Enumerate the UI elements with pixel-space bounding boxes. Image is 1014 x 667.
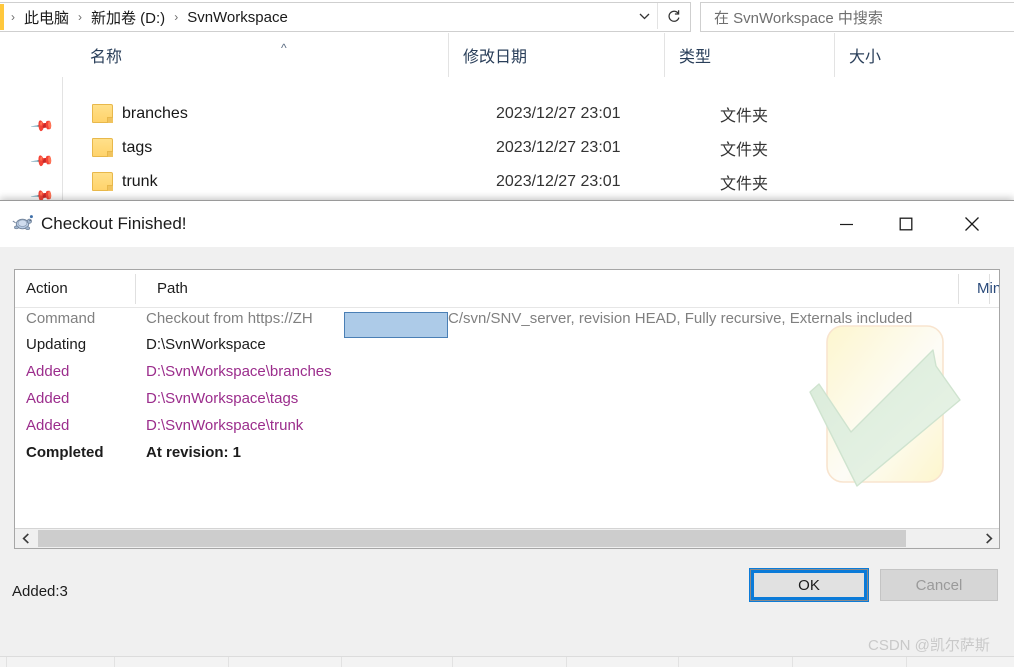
breadcrumb-separator-0: › <box>11 10 15 24</box>
column-divider[interactable] <box>989 274 990 304</box>
file-type: 文件夹 <box>720 175 769 193</box>
list-item-action: Added <box>26 417 70 434</box>
sort-ascending-icon: ^ <box>281 41 287 55</box>
list-item[interactable]: Command Checkout from https://ZH C/svn/S… <box>15 307 999 338</box>
table-row[interactable]: tags 2023/12/27 23:01 文件夹 <box>62 131 1014 164</box>
column-header-action[interactable]: Action <box>15 270 146 307</box>
column-divider[interactable] <box>135 274 136 304</box>
table-row[interactable]: trunk 2023/12/27 23:01 文件夹 <box>62 165 1014 198</box>
table-row[interactable]: branches 2023/12/27 23:01 文件夹 <box>62 97 1014 130</box>
breadcrumb-separator-1: › <box>78 10 83 24</box>
csdn-watermark: CSDN @凯尔萨斯 <box>868 637 990 654</box>
screen: › 此电脑 › 新加卷 (D:) › SvnWorkspace 在 SvnWor… <box>0 0 1014 667</box>
list-item-action: Added <box>26 390 70 407</box>
tortoisesvn-turtle-icon <box>12 214 34 234</box>
file-date: 2023/12/27 23:01 <box>496 172 621 190</box>
folder-icon <box>92 104 113 123</box>
list-item-path-after: C/svn/SNV_server, revision HEAD, Fully r… <box>448 310 913 327</box>
file-date: 2023/12/27 23:01 <box>496 138 621 156</box>
explorer-column-headers: 名称 修改日期 类型 大小 <box>62 33 1014 77</box>
list-item[interactable]: Added D:\SvnWorkspace\branches <box>15 360 999 386</box>
list-item[interactable]: Updating D:\SvnWorkspace <box>15 333 999 359</box>
scroll-left-icon[interactable] <box>15 529 36 548</box>
dialog-title-bar[interactable]: Checkout Finished! <box>0 201 1014 247</box>
file-type: 文件夹 <box>720 141 769 159</box>
file-name: branches <box>122 104 188 122</box>
file-type: 文件夹 <box>720 107 769 125</box>
breadcrumb-separator-2: › <box>174 10 179 24</box>
progress-list[interactable]: Action Path Min Command Checkout from ht… <box>14 269 1000 549</box>
breadcrumb-item-this-pc[interactable]: 此电脑 <box>22 7 71 28</box>
breadcrumb-item-drive-d[interactable]: 新加卷 (D:) <box>89 7 167 28</box>
scrollbar-thumb[interactable] <box>38 530 906 547</box>
list-item-action: Updating <box>26 336 87 353</box>
status-text: Added:3 <box>12 583 68 600</box>
breadcrumb[interactable]: › 此电脑 › 新加卷 (D:) › SvnWorkspace <box>0 2 691 32</box>
taskbar-strip <box>0 656 1014 667</box>
list-item[interactable]: Completed At revision: 1 <box>15 441 999 467</box>
search-input[interactable]: 在 SvnWorkspace 中搜索 <box>700 2 1014 32</box>
checkout-finished-dialog: Checkout Finished! Action Path Min <box>0 200 1014 658</box>
column-header-mime[interactable]: Min <box>966 270 999 307</box>
list-item-action: Command <box>26 310 96 327</box>
list-item-path: D:\SvnWorkspace\branches <box>146 363 332 380</box>
list-item-path-before: Checkout from https://ZH <box>146 310 313 327</box>
column-header-path[interactable]: Path <box>146 270 966 307</box>
list-item[interactable]: Added D:\SvnWorkspace\trunk <box>15 414 999 440</box>
list-item[interactable]: Added D:\SvnWorkspace\tags <box>15 387 999 413</box>
folder-icon <box>92 172 113 191</box>
list-item-path: D:\SvnWorkspace <box>146 336 266 353</box>
close-button[interactable] <box>948 201 996 246</box>
column-header-size[interactable]: 大小 <box>834 33 1014 77</box>
column-header-type[interactable]: 类型 <box>664 33 834 77</box>
horizontal-scrollbar[interactable] <box>15 528 999 548</box>
list-item-action: Added <box>26 363 70 380</box>
search-placeholder: 在 SvnWorkspace 中搜索 <box>714 9 883 27</box>
column-header-name[interactable]: 名称 <box>76 33 448 77</box>
list-item-path: D:\SvnWorkspace\trunk <box>146 417 304 434</box>
list-item-path: D:\SvnWorkspace\tags <box>146 390 299 407</box>
pin-icon[interactable]: 📌 <box>30 149 55 174</box>
dialog-title: Checkout Finished! <box>41 214 187 233</box>
refresh-icon[interactable] <box>657 3 688 29</box>
explorer-address-bar: › 此电脑 › 新加卷 (D:) › SvnWorkspace 在 SvnWor… <box>0 0 1014 34</box>
column-divider[interactable] <box>958 274 959 304</box>
file-name: trunk <box>122 172 158 190</box>
file-date: 2023/12/27 23:01 <box>496 104 621 122</box>
chevron-down-icon[interactable] <box>632 3 656 29</box>
list-body: Command Checkout from https://ZH C/svn/S… <box>15 307 999 529</box>
maximize-button[interactable] <box>882 201 930 246</box>
minimize-button[interactable] <box>822 201 870 246</box>
ok-button[interactable]: OK <box>750 569 868 601</box>
list-column-headers: Action Path Min <box>15 270 999 308</box>
column-header-date[interactable]: 修改日期 <box>448 33 664 77</box>
file-name: tags <box>122 138 153 156</box>
folder-icon <box>92 138 113 157</box>
cancel-button: Cancel <box>880 569 998 601</box>
scroll-right-icon[interactable] <box>978 529 999 548</box>
list-item-path: At revision: 1 <box>146 444 242 461</box>
list-item-action: Completed <box>26 444 104 461</box>
pin-icon[interactable]: 📌 <box>30 114 55 139</box>
breadcrumb-item-svnworkspace[interactable]: SvnWorkspace <box>185 9 290 26</box>
